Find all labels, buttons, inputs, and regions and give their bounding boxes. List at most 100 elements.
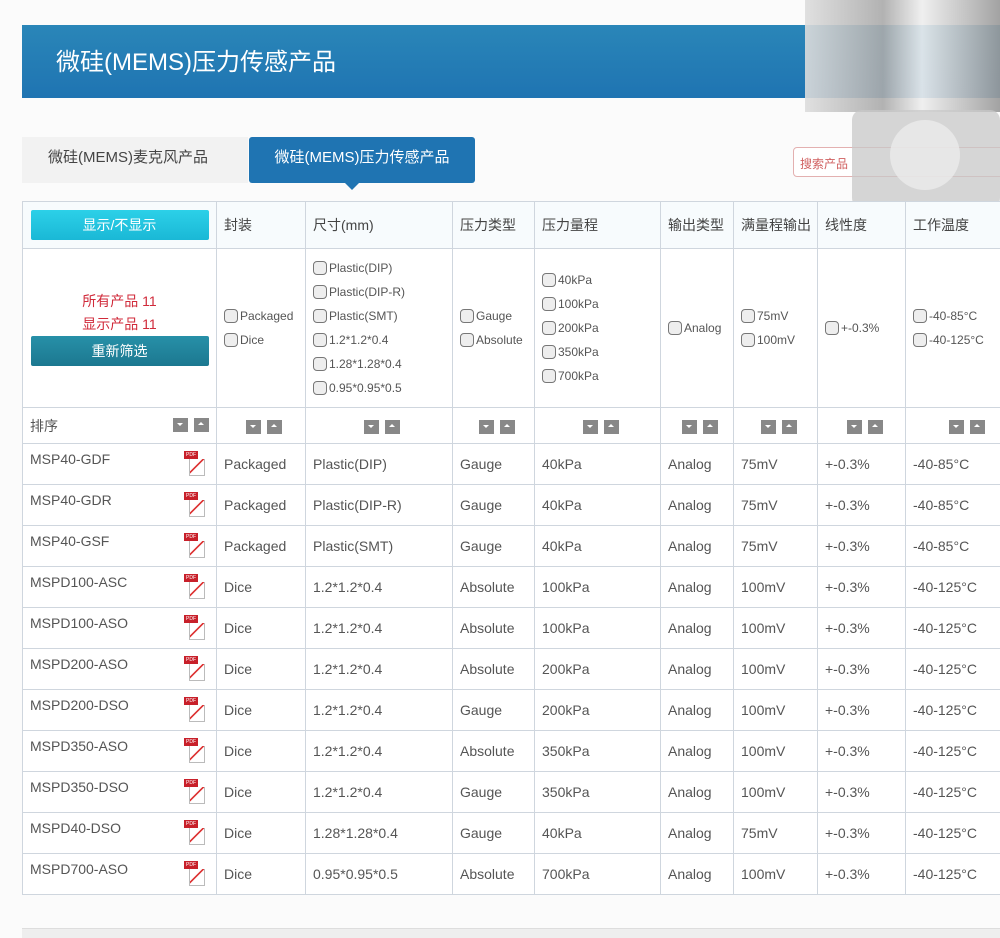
table-cell: Dice [217, 567, 306, 608]
sort-desc-button[interactable] [246, 420, 261, 434]
filter-option[interactable]: 100mV [741, 328, 810, 352]
filter-option[interactable]: Absolute [460, 328, 527, 352]
checkbox[interactable] [224, 309, 238, 323]
sort-desc-button[interactable] [682, 420, 697, 434]
filter-option[interactable]: -40-85°C [913, 304, 1000, 328]
sort-asc-button[interactable] [868, 420, 883, 434]
pdf-icon[interactable] [184, 615, 206, 641]
product-model[interactable]: MSPD350-DSO [30, 779, 129, 795]
filter-option[interactable]: Gauge [460, 304, 527, 328]
sort-desc-button[interactable] [479, 420, 494, 434]
product-model[interactable]: MSP40-GDF [30, 451, 110, 467]
filter-option[interactable]: Plastic(DIP) [313, 256, 445, 280]
checkbox[interactable] [741, 333, 755, 347]
pdf-icon[interactable] [184, 656, 206, 682]
filter-option[interactable]: 700kPa [542, 364, 653, 388]
tab-microphone-products[interactable]: 微硅(MEMS)麦克风产品 [22, 137, 248, 183]
checkbox[interactable] [313, 261, 327, 275]
filter-option[interactable]: 75mV [741, 304, 810, 328]
pdf-icon[interactable] [184, 492, 206, 518]
cell-value: 100mV [741, 743, 785, 759]
sort-desc-button[interactable] [761, 420, 776, 434]
filter-option-label: -40-125°C [929, 328, 984, 352]
sort-asc-button[interactable] [703, 420, 718, 434]
cell-value: Dice [224, 743, 252, 759]
cell-value: -40-125°C [913, 743, 977, 759]
pdf-icon[interactable] [184, 451, 206, 477]
filter-option[interactable]: 1.2*1.2*0.4 [313, 328, 445, 352]
filter-option[interactable]: +-0.3% [825, 316, 898, 340]
checkbox[interactable] [542, 369, 556, 383]
table-cell: 40kPa [535, 485, 661, 526]
cell-value: +-0.3% [825, 784, 870, 800]
checkbox[interactable] [913, 333, 927, 347]
filter-option[interactable]: 200kPa [542, 316, 653, 340]
sort-asc-button[interactable] [194, 418, 209, 432]
checkbox[interactable] [668, 321, 682, 335]
filter-option[interactable]: 1.28*1.28*0.4 [313, 352, 445, 376]
checkbox[interactable] [313, 333, 327, 347]
sort-asc-button[interactable] [267, 420, 282, 434]
table-cell: Absolute [453, 854, 535, 895]
pdf-icon[interactable] [184, 738, 206, 764]
checkbox[interactable] [913, 309, 927, 323]
sort-desc-button[interactable] [173, 418, 188, 432]
product-model[interactable]: MSPD100-ASO [30, 615, 128, 631]
pdf-icon[interactable] [184, 533, 206, 559]
checkbox[interactable] [313, 357, 327, 371]
cell-value: Gauge [460, 784, 502, 800]
product-model[interactable]: MSP40-GSF [30, 533, 109, 549]
pdf-icon[interactable] [184, 820, 206, 846]
filter-option[interactable]: Plastic(SMT) [313, 304, 445, 328]
floating-overlay-button[interactable] [852, 110, 1000, 208]
filter-option[interactable]: 100kPa [542, 292, 653, 316]
product-model[interactable]: MSPD700-ASO [30, 861, 128, 877]
cell-value: Analog [668, 497, 712, 513]
cell-value: Analog [668, 784, 712, 800]
sort-desc-button[interactable] [847, 420, 862, 434]
checkbox[interactable] [313, 381, 327, 395]
filter-option[interactable]: -40-125°C [913, 328, 1000, 352]
checkbox[interactable] [542, 273, 556, 287]
checkbox[interactable] [460, 333, 474, 347]
product-model[interactable]: MSP40-GDR [30, 492, 112, 508]
checkbox[interactable] [224, 333, 238, 347]
sort-asc-button[interactable] [782, 420, 797, 434]
filter-option[interactable]: Analog [668, 316, 726, 340]
filter-option[interactable]: 40kPa [542, 268, 653, 292]
toggle-columns-button[interactable]: 显示/不显示 [31, 210, 209, 240]
product-model[interactable]: MSPD100-ASC [30, 574, 127, 590]
pdf-icon[interactable] [184, 779, 206, 805]
checkbox[interactable] [741, 309, 755, 323]
checkbox[interactable] [825, 321, 839, 335]
product-model[interactable]: MSPD350-ASO [30, 738, 128, 754]
sort-desc-button[interactable] [583, 420, 598, 434]
checkbox[interactable] [542, 321, 556, 335]
sort-desc-button[interactable] [364, 420, 379, 434]
pdf-icon[interactable] [184, 697, 206, 723]
sort-asc-button[interactable] [970, 420, 985, 434]
filter-option[interactable]: Dice [224, 328, 298, 352]
pdf-icon[interactable] [184, 861, 206, 887]
tab-pressure-sensor-products[interactable]: 微硅(MEMS)压力传感产品 [249, 137, 475, 183]
filter-option[interactable]: Plastic(DIP-R) [313, 280, 445, 304]
refilter-button[interactable]: 重新筛选 [31, 336, 209, 366]
sort-asc-button[interactable] [500, 420, 515, 434]
checkbox[interactable] [542, 297, 556, 311]
filter-option-label: Plastic(DIP) [329, 256, 392, 280]
checkbox[interactable] [542, 345, 556, 359]
checkbox[interactable] [313, 309, 327, 323]
pdf-icon[interactable] [184, 574, 206, 600]
sort-asc-button[interactable] [385, 420, 400, 434]
checkbox[interactable] [460, 309, 474, 323]
filter-option[interactable]: Packaged [224, 304, 298, 328]
sort-asc-button[interactable] [604, 420, 619, 434]
cell-value: Dice [224, 825, 252, 841]
product-model[interactable]: MSPD200-ASO [30, 656, 128, 672]
product-model[interactable]: MSPD40-DSO [30, 820, 121, 836]
sort-desc-button[interactable] [949, 420, 964, 434]
product-model[interactable]: MSPD200-DSO [30, 697, 129, 713]
checkbox[interactable] [313, 285, 327, 299]
filter-option[interactable]: 350kPa [542, 340, 653, 364]
filter-option[interactable]: 0.95*0.95*0.5 [313, 376, 445, 400]
